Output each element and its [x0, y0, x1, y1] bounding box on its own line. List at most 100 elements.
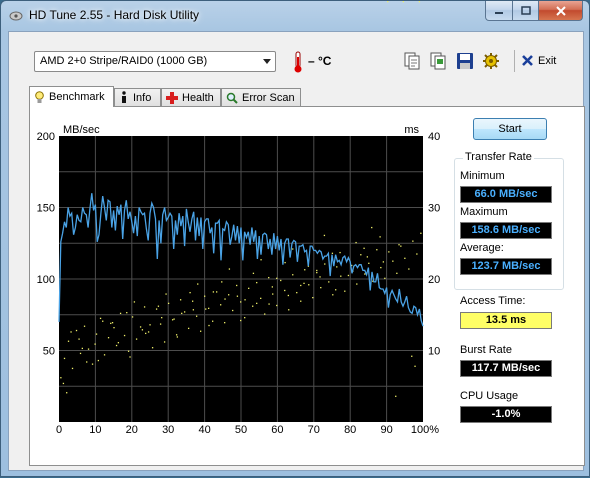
access-time-point	[199, 330, 202, 332]
left-tick-label: 50	[43, 346, 55, 358]
access-time-point	[287, 294, 290, 297]
access-time-point	[324, 263, 326, 265]
access-time-point	[95, 333, 98, 335]
left-axis-unit: MB/sec	[63, 124, 100, 136]
access-time-point	[119, 312, 122, 315]
access-time-point	[75, 329, 78, 332]
access-time-point	[276, 277, 278, 279]
access-time-point	[71, 367, 74, 370]
access-time-value: 13.5 ms	[460, 312, 552, 329]
x-tick-label: 90	[380, 424, 392, 436]
x-tick-label: 80	[344, 424, 356, 436]
access-time-point	[244, 299, 246, 301]
access-time-point	[126, 312, 128, 314]
access-time-point	[127, 350, 130, 352]
x-tick-label: 10	[89, 424, 101, 436]
access-time-point	[78, 338, 80, 340]
access-time-point	[123, 334, 126, 337]
access-time-point	[145, 332, 147, 335]
access-time-point	[420, 232, 422, 234]
access-time-point	[408, 268, 410, 270]
access-time-point	[115, 344, 118, 347]
access-time-point	[173, 318, 175, 320]
access-time-point	[412, 240, 414, 242]
access-time-point	[316, 269, 318, 272]
access-time-point	[260, 259, 262, 261]
access-time-point	[347, 274, 350, 277]
access-time-point	[240, 319, 242, 322]
access-time-point	[292, 274, 294, 276]
access-time-point	[159, 323, 162, 325]
start-button[interactable]: Start	[473, 118, 547, 140]
access-time-point	[340, 275, 342, 277]
cpu-usage-label: CPU Usage	[460, 390, 519, 402]
access-time-point	[371, 226, 373, 229]
access-time-point	[131, 316, 134, 318]
access-time-point	[161, 317, 163, 319]
app-window: HD Tune 2.55 - Hard Disk Utility AMD 2+0…	[0, 0, 590, 477]
average-label: Average:	[460, 242, 504, 254]
access-time-point	[411, 355, 413, 357]
access-time-point	[248, 287, 250, 289]
access-time-point	[418, 1, 421, 3]
access-time-point	[102, 320, 104, 322]
x-tick-label: 20	[126, 424, 138, 436]
right-tick-label: 30	[428, 203, 440, 215]
access-time-point	[135, 338, 138, 340]
access-time-point	[179, 299, 182, 301]
access-time-point	[141, 329, 144, 331]
access-time-point	[139, 326, 142, 328]
access-time-point	[133, 301, 136, 303]
cpu-usage-value: -1.0%	[460, 406, 552, 423]
access-time-point	[339, 251, 341, 254]
access-time-point	[228, 268, 231, 270]
x-tick-label: 50	[235, 424, 247, 436]
left-tick-label: 150	[37, 203, 55, 215]
access-time-point	[111, 322, 114, 324]
access-time-point	[143, 306, 146, 308]
access-time-point	[402, 1, 405, 3]
average-value: 123.7 MB/sec	[460, 258, 552, 275]
tab-benchmark[interactable]: Benchmark	[29, 86, 114, 107]
access-time-point	[176, 336, 178, 338]
access-time-point	[335, 289, 337, 291]
access-time-point	[167, 302, 170, 305]
access-time-point	[63, 357, 66, 360]
access-time-point	[271, 286, 274, 288]
access-time-point	[157, 305, 160, 307]
access-time-point	[205, 308, 207, 310]
access-time-point	[400, 245, 402, 247]
access-time-point	[236, 284, 238, 287]
burst-rate-value: 117.7 MB/sec	[460, 360, 552, 377]
access-time-point	[380, 266, 382, 269]
access-time-point	[256, 302, 258, 305]
x-tick-label: 0	[56, 424, 62, 436]
access-time-point	[414, 365, 416, 367]
access-time-point	[388, 251, 390, 253]
access-time-point	[79, 352, 82, 355]
access-time-point	[87, 348, 90, 350]
access-time-point	[224, 322, 226, 324]
access-time-point	[303, 282, 305, 284]
left-tick-label: 200	[37, 131, 55, 143]
access-time-point	[171, 319, 174, 321]
x-tick-label: 40	[198, 424, 210, 436]
access-time-point	[308, 284, 310, 286]
access-time-point	[364, 273, 366, 275]
minimum-value: 66.0 MB/sec	[460, 186, 552, 203]
right-axis-unit: ms	[404, 124, 419, 136]
access-time-point	[103, 354, 106, 356]
access-time-point	[197, 283, 199, 285]
access-time-point	[384, 277, 386, 279]
access-time-point	[272, 293, 274, 295]
maximum-value: 158.6 MB/sec	[460, 222, 552, 239]
access-time-point	[66, 392, 68, 394]
access-time-point	[99, 317, 102, 320]
access-time-point	[300, 300, 302, 302]
access-time-point	[165, 293, 167, 295]
access-time-point	[244, 317, 246, 319]
minimum-label: Minimum	[460, 170, 505, 182]
access-time-point	[319, 276, 321, 278]
access-time-point	[129, 356, 131, 358]
access-time-point	[268, 303, 270, 305]
